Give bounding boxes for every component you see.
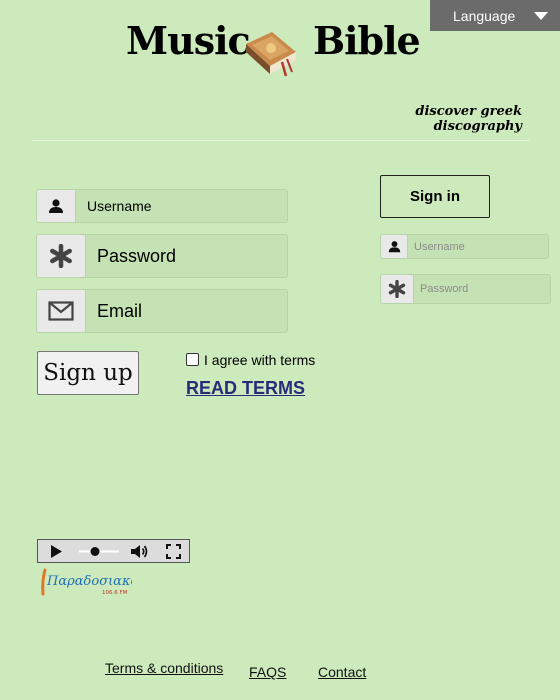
signup-button[interactable]: Sign up — [37, 351, 139, 395]
footer-terms-link[interactable]: Terms & conditions — [105, 660, 223, 676]
volume-slider[interactable] — [78, 544, 120, 559]
caret-down-icon — [534, 12, 548, 20]
svg-text:Παραδοσιακός: Παραδοσιακός — [46, 574, 132, 589]
svg-text:106.6 FM: 106.6 FM — [102, 590, 128, 596]
site-title-music: Music — [126, 18, 251, 63]
signup-username-group — [36, 189, 288, 223]
signup-password-group — [36, 234, 288, 278]
tagline: discover greek discography — [415, 104, 522, 134]
play-icon[interactable] — [50, 544, 63, 559]
language-label: Language — [453, 8, 516, 24]
asterisk-icon — [37, 235, 86, 277]
signup-email-input[interactable] — [85, 290, 287, 332]
signin-username-input[interactable] — [407, 235, 548, 258]
asterisk-icon — [381, 275, 414, 303]
user-icon — [37, 190, 76, 222]
header-divider — [32, 140, 530, 141]
agree-terms-checkbox[interactable] — [186, 353, 199, 366]
volume-icon[interactable] — [130, 544, 148, 559]
signin-username-group — [380, 234, 549, 259]
book-icon — [242, 26, 298, 80]
site-title-bible: Bible — [313, 18, 421, 63]
footer-faqs-link[interactable]: FAQS — [249, 664, 286, 680]
footer-contact-link[interactable]: Contact — [318, 664, 366, 680]
fullscreen-icon[interactable] — [166, 544, 181, 559]
envelope-icon — [37, 290, 86, 332]
signup-username-input[interactable] — [75, 190, 287, 222]
user-icon — [381, 235, 408, 258]
language-dropdown[interactable]: Language — [430, 0, 560, 31]
signin-button[interactable]: Sign in — [380, 175, 490, 218]
audio-player — [37, 539, 190, 563]
read-terms-link[interactable]: READ TERMS — [186, 378, 305, 399]
radio-station-logo: Παραδοσιακός 106.6 FM — [40, 566, 146, 598]
signup-email-group — [36, 289, 288, 333]
agree-terms-label: I agree with terms — [204, 352, 316, 368]
signin-password-input[interactable] — [413, 275, 550, 303]
signin-password-group — [380, 274, 551, 304]
signup-password-input[interactable] — [85, 235, 287, 277]
